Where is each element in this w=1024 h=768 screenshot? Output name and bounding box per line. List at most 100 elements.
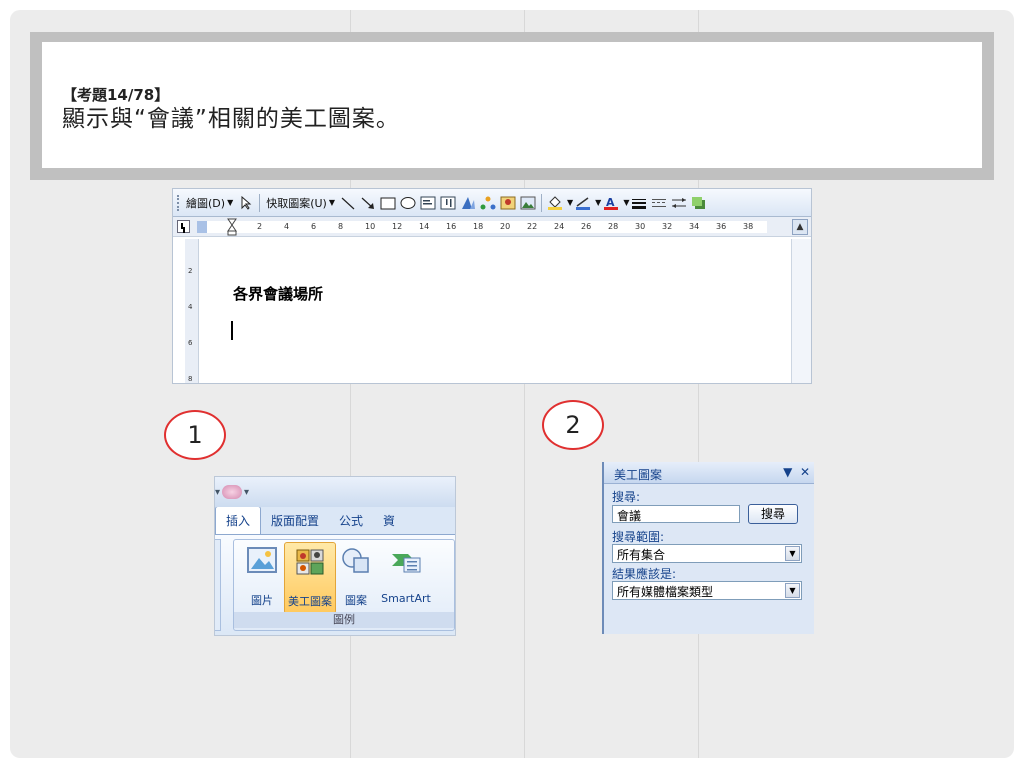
- indent-marker-icon[interactable]: [227, 218, 237, 236]
- qat-dropdown-icon[interactable]: ▾: [215, 487, 220, 498]
- ruler-tick: 18: [473, 222, 484, 231]
- undo-redo-icon[interactable]: [222, 485, 243, 499]
- ruler-strip: [207, 221, 767, 233]
- ruler-tick: 12: [392, 222, 403, 231]
- tab-data[interactable]: 資: [373, 507, 405, 534]
- slide: 【考題14/78】 顯示與“會議”相關的美工圖案。: [10, 10, 1014, 758]
- dropdown-arrow-icon[interactable]: ▼: [785, 546, 800, 561]
- ruler-tick: 2: [257, 222, 263, 231]
- ribbon-tabs: 插入 版面配置 公式 資: [215, 506, 455, 535]
- previous-group-edge: [215, 539, 221, 631]
- scope-label: 搜尋範圍:: [612, 530, 665, 544]
- scroll-up-button[interactable]: ▲: [792, 219, 808, 235]
- text-cursor: [231, 321, 233, 340]
- results-label: 結果應該是:: [612, 567, 677, 581]
- question-number: 【考題14/78】: [62, 86, 170, 104]
- ruler-tick: 22: [527, 222, 538, 231]
- draw-menu[interactable]: 繪圖(D) ▼: [183, 195, 236, 211]
- dropdown-arrow-icon: ▼: [227, 198, 234, 207]
- search-input[interactable]: 會議: [612, 505, 740, 523]
- ruler-tick: 32: [662, 222, 673, 231]
- clipart-button-label: 美工圖案: [288, 595, 332, 608]
- ruler-tick: 6: [311, 222, 317, 231]
- dropdown-arrow-icon[interactable]: ▼: [623, 198, 629, 207]
- line-icon[interactable]: [340, 195, 356, 211]
- picture-icon: [247, 547, 277, 573]
- task-pane-header: 美工圖案 ▼ ✕: [604, 462, 814, 484]
- tab-formulas[interactable]: 公式: [329, 507, 373, 534]
- clipart-button[interactable]: 美工圖案: [284, 542, 336, 614]
- title-band: 【考題14/78】 顯示與“會議”相關的美工圖案。: [30, 32, 994, 180]
- vruler-tick: 2: [188, 267, 193, 275]
- wordart-icon[interactable]: [460, 195, 476, 211]
- dropdown-arrow-icon[interactable]: ▼: [595, 198, 601, 207]
- ruler-tick: 34: [689, 222, 700, 231]
- drawing-toolbar: 繪圖(D) ▼ 快取圖案(U) ▼ ▼ ▼ A ▼: [173, 189, 811, 217]
- search-button[interactable]: 搜尋: [748, 504, 798, 524]
- fill-color-icon[interactable]: [547, 195, 563, 211]
- ruler-tick: 38: [743, 222, 754, 231]
- tab-insert[interactable]: 插入: [215, 506, 262, 534]
- picture-button-label: 圖片: [251, 594, 273, 607]
- close-icon[interactable]: ✕: [800, 465, 810, 479]
- tab-selector-icon[interactable]: [177, 220, 190, 233]
- arrow-icon[interactable]: [360, 195, 376, 211]
- dropdown-arrow-icon[interactable]: ▼: [567, 198, 573, 207]
- quick-access-toolbar: ▾ ▾: [215, 485, 249, 499]
- picture-button[interactable]: 圖片: [236, 542, 288, 614]
- draw-menu-label: 繪圖(D): [186, 196, 226, 210]
- word-screenshot: 繪圖(D) ▼ 快取圖案(U) ▼ ▼ ▼ A ▼ 2 4 6 8 10 12 14 16 18 20 2…: [172, 188, 812, 384]
- scope-select[interactable]: 所有集合 ▼: [612, 544, 802, 563]
- autoshapes-menu-label: 快取圖案(U): [266, 196, 327, 210]
- diagram-icon[interactable]: [480, 195, 496, 211]
- question-box: 【考題14/78】 顯示與“會議”相關的美工圖案。: [42, 42, 982, 168]
- shapes-icon: [342, 548, 369, 573]
- line-style-icon[interactable]: [631, 195, 647, 211]
- ribbon-screenshot: ▾ ▾ 插入 版面配置 公式 資 圖片 美工圖案 圖案▾: [214, 476, 456, 636]
- question-text: 顯示與“會議”相關的美工圖案。: [62, 106, 400, 132]
- toolbar-separator: [541, 193, 543, 212]
- tab-page-layout[interactable]: 版面配置: [261, 507, 329, 534]
- pane-menu-icon[interactable]: ▼: [783, 465, 792, 479]
- toolbar-grip[interactable]: [177, 194, 179, 211]
- insert-picture-icon[interactable]: [520, 195, 536, 211]
- step-1-marker: 1: [164, 410, 226, 460]
- document-heading: 各界會議場所: [233, 285, 324, 303]
- qat-customize-icon[interactable]: ▾: [244, 487, 249, 498]
- clipart-icon[interactable]: [500, 195, 516, 211]
- vruler-tick: 6: [188, 339, 193, 347]
- autoshapes-menu[interactable]: 快取圖案(U) ▼: [263, 195, 338, 211]
- vertical-ruler: 2 4 6 8: [185, 239, 199, 383]
- ruler-tick: 10: [365, 222, 376, 231]
- font-color-icon[interactable]: A: [603, 195, 619, 211]
- arrow-style-icon[interactable]: [671, 195, 687, 211]
- smartart-button[interactable]: SmartArt: [374, 542, 438, 614]
- shadow-style-icon[interactable]: [691, 195, 707, 211]
- dropdown-arrow-icon[interactable]: ▼: [785, 583, 800, 598]
- results-select[interactable]: 所有媒體檔案類型 ▼: [612, 581, 802, 600]
- toolbar-separator: [259, 193, 261, 212]
- select-objects-icon[interactable]: [238, 195, 254, 211]
- results-value: 所有媒體檔案類型: [617, 585, 714, 599]
- dash-style-icon[interactable]: [651, 195, 667, 211]
- shapes-button[interactable]: 圖案▾: [338, 542, 374, 621]
- rectangle-icon[interactable]: [380, 195, 396, 211]
- line-color-icon[interactable]: [575, 195, 591, 211]
- ribbon-titlebar: ▾ ▾: [215, 477, 455, 507]
- clipart-icon: [296, 549, 324, 575]
- ruler-tick: 4: [284, 222, 290, 231]
- vruler-tick: 4: [188, 303, 193, 311]
- smartart-icon: [392, 554, 421, 573]
- ruler-tick: 26: [581, 222, 592, 231]
- vertical-textbox-icon[interactable]: [440, 195, 456, 211]
- search-label: 搜尋:: [612, 490, 641, 504]
- vruler-tick: 8: [188, 375, 193, 383]
- ruler-tick: 24: [554, 222, 565, 231]
- ruler-tick: 36: [716, 222, 727, 231]
- oval-icon[interactable]: [400, 195, 416, 211]
- scope-value: 所有集合: [617, 548, 666, 562]
- ruler-tick: 20: [500, 222, 511, 231]
- vertical-scrollbar[interactable]: [791, 239, 811, 383]
- task-pane-body: 搜尋: 會議 搜尋 搜尋範圍: 所有集合 ▼ 結果應該是: 所有媒體檔案類型 ▼: [604, 484, 814, 634]
- textbox-icon[interactable]: [420, 195, 436, 211]
